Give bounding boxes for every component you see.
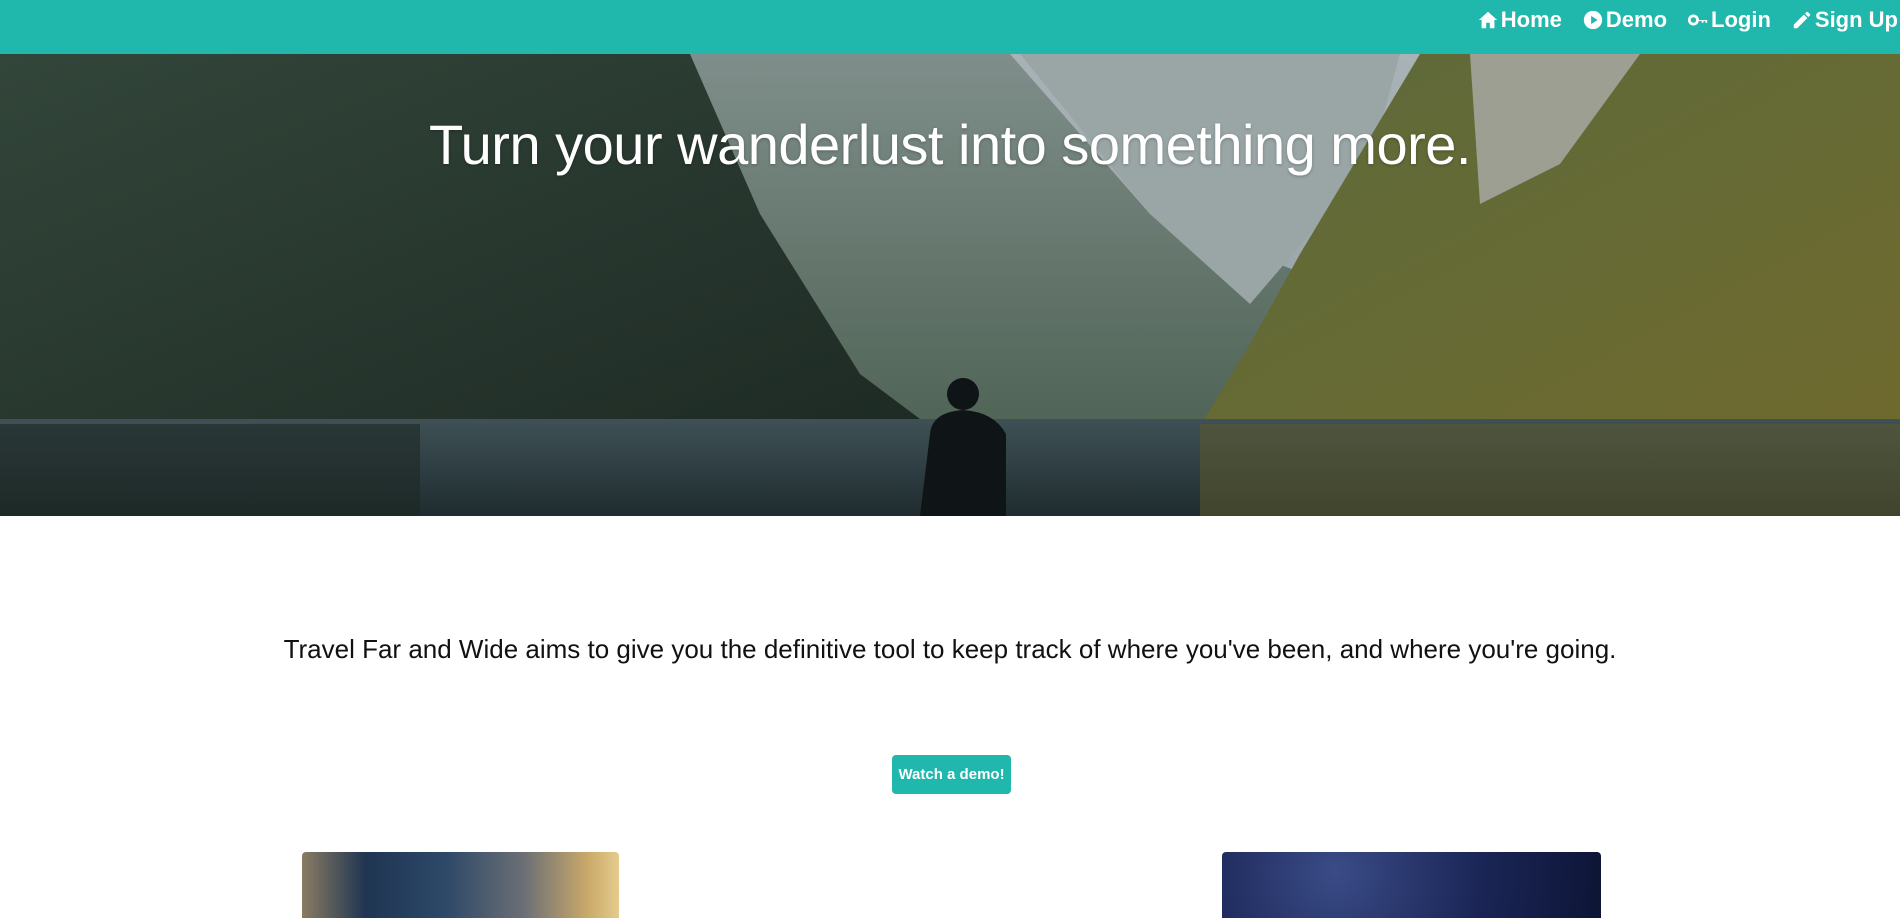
watch-demo-button[interactable]: Watch a demo! xyxy=(892,755,1011,794)
hero-title: Turn your wanderlust into something more… xyxy=(429,113,1471,176)
nav-links: Home Demo Login Sign Up xyxy=(1477,0,1900,40)
tagline-text: Travel Far and Wide aims to give you the… xyxy=(283,634,1617,664)
nav-home-label: Home xyxy=(1500,7,1562,32)
nav-signup-link[interactable]: Sign Up xyxy=(1791,7,1898,33)
feature-card-image-left xyxy=(302,852,619,918)
key-icon xyxy=(1687,14,1708,26)
nav-login-label: Login xyxy=(1711,7,1771,32)
nav-demo-label: Demo xyxy=(1605,7,1668,32)
home-icon xyxy=(1478,11,1497,29)
nav-signup-label: Sign Up xyxy=(1814,7,1898,32)
nav-demo-link[interactable]: Demo xyxy=(1582,7,1667,33)
pencil-icon xyxy=(1793,11,1811,29)
nav-home-link[interactable]: Home xyxy=(1477,7,1562,33)
nav-login-link[interactable]: Login xyxy=(1687,7,1771,33)
feature-card-image-right xyxy=(1222,852,1601,918)
play-circle-icon xyxy=(1583,10,1603,30)
top-navbar: Home Demo Login Sign Up xyxy=(0,0,1900,54)
hero-banner: Turn your wanderlust into something more… xyxy=(0,54,1900,516)
